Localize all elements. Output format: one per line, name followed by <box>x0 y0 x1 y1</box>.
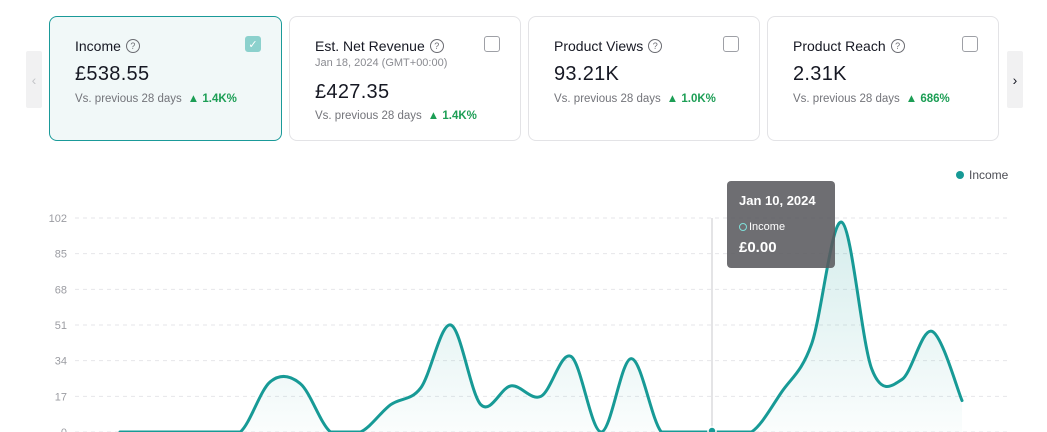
hover-point-marker <box>707 426 717 432</box>
y-tick-label: 0 <box>61 427 67 432</box>
y-tick-label: 102 <box>49 213 67 225</box>
tooltip-date: Jan 10, 2024 <box>739 193 816 208</box>
y-tick-label: 34 <box>55 356 67 368</box>
income-chart: 0 17 34 51 68 85 102 <box>49 213 1010 432</box>
y-tick-label: 68 <box>55 284 67 296</box>
y-tick-label: 17 <box>55 391 67 403</box>
y-tick-label: 85 <box>55 249 67 261</box>
y-tick-label: 51 <box>55 320 67 332</box>
tooltip-series: Income <box>749 221 786 233</box>
series-marker-icon <box>739 223 747 231</box>
tooltip-value: £0.00 <box>739 239 777 256</box>
chart-tooltip: Jan 10, 2024 Income £0.00 <box>727 181 835 268</box>
